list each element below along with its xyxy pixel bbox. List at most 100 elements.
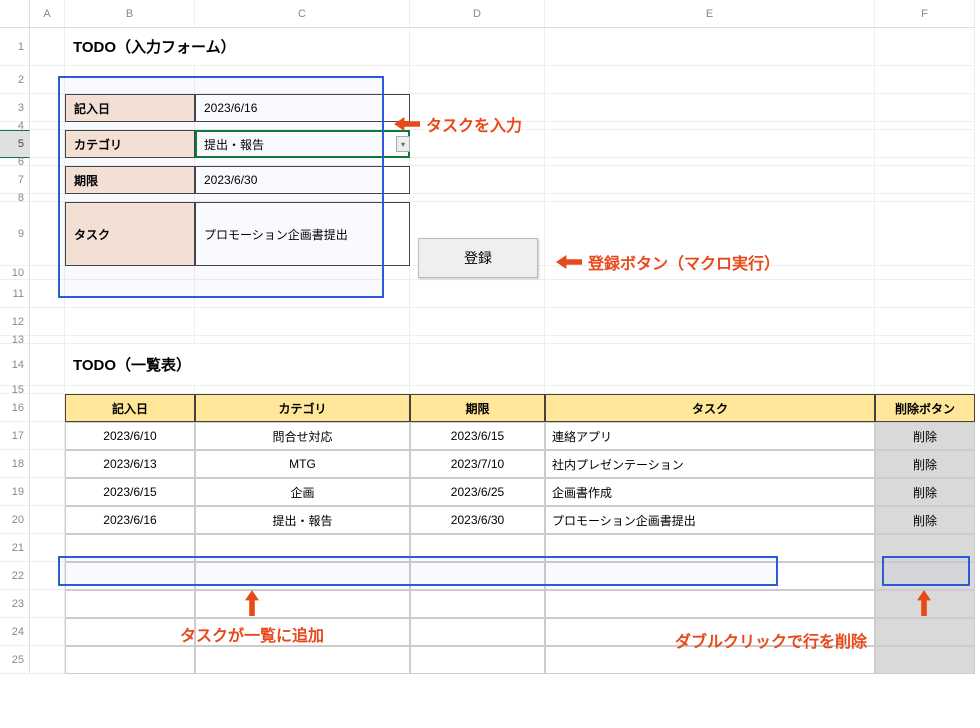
column-header-B[interactable]: B [65, 0, 195, 28]
cell-A14[interactable] [30, 344, 65, 386]
cell-C15[interactable] [195, 386, 410, 394]
cell-E23[interactable] [545, 590, 875, 618]
cell-D21[interactable] [410, 534, 545, 562]
table-cell-date[interactable]: 2023/6/15 [65, 478, 195, 506]
row-header-7[interactable]: 7 [0, 166, 30, 194]
cell-D8[interactable] [410, 194, 545, 202]
form-date-value[interactable]: 2023/6/16 [195, 94, 410, 122]
column-header-F[interactable]: F [875, 0, 975, 28]
cell-F12[interactable] [875, 308, 975, 336]
delete-row-button[interactable]: 削除 [875, 506, 975, 534]
cell-B6[interactable] [65, 158, 195, 166]
cell-D13[interactable] [410, 336, 545, 344]
cell-C11[interactable] [195, 280, 410, 308]
form-due-label[interactable]: 期限 [65, 166, 195, 194]
cell-A6[interactable] [30, 158, 65, 166]
form-due-value[interactable]: 2023/6/30 [195, 166, 410, 194]
cell-F6[interactable] [875, 158, 975, 166]
row-header-5[interactable]: 5 [0, 130, 30, 158]
cell-D2[interactable] [410, 66, 545, 94]
cell-A5[interactable] [30, 130, 65, 158]
row-header-20[interactable]: 20 [0, 506, 30, 534]
cell-B8[interactable] [65, 194, 195, 202]
cell-E21[interactable] [545, 534, 875, 562]
table-cell-task[interactable]: プロモーション企画書提出 [545, 506, 875, 534]
form-date-label[interactable]: 記入日 [65, 94, 195, 122]
column-header-D[interactable]: D [410, 0, 545, 28]
row-header-8[interactable]: 8 [0, 194, 30, 202]
row-header-2[interactable]: 2 [0, 66, 30, 94]
delete-row-button[interactable]: 削除 [875, 450, 975, 478]
cell-A16[interactable] [30, 394, 65, 422]
cell-D14[interactable] [410, 344, 545, 386]
row-header-24[interactable]: 24 [0, 618, 30, 646]
cell-E5[interactable] [545, 130, 875, 158]
cell-E6[interactable] [545, 158, 875, 166]
cell-F2[interactable] [875, 66, 975, 94]
cell-D6[interactable] [410, 158, 545, 166]
cell-B21[interactable] [65, 534, 195, 562]
table-cell-due[interactable]: 2023/6/15 [410, 422, 545, 450]
cell-F25[interactable] [875, 646, 975, 674]
cell-C13[interactable] [195, 336, 410, 344]
cell-E1[interactable] [545, 28, 875, 66]
cell-F10[interactable] [875, 266, 975, 280]
cell-B23[interactable] [65, 590, 195, 618]
row-header-25[interactable]: 25 [0, 646, 30, 674]
form-task-value[interactable]: プロモーション企画書提出 [195, 202, 410, 266]
row-header-12[interactable]: 12 [0, 308, 30, 336]
cell-C21[interactable] [195, 534, 410, 562]
cell-F14[interactable] [875, 344, 975, 386]
cell-A18[interactable] [30, 450, 65, 478]
cell-A23[interactable] [30, 590, 65, 618]
row-header-14[interactable]: 14 [0, 344, 30, 386]
cell-A3[interactable] [30, 94, 65, 122]
cell-A13[interactable] [30, 336, 65, 344]
cell-E4[interactable] [545, 122, 875, 130]
cell-A19[interactable] [30, 478, 65, 506]
table-cell-category[interactable]: 提出・報告 [195, 506, 410, 534]
row-header-15[interactable]: 15 [0, 386, 30, 394]
cell-C8[interactable] [195, 194, 410, 202]
cell-C4[interactable] [195, 122, 410, 130]
table-cell-date[interactable]: 2023/6/16 [65, 506, 195, 534]
cell-F24[interactable] [875, 618, 975, 646]
dropdown-handle-icon[interactable]: ▾ [396, 136, 410, 152]
cell-E14[interactable] [545, 344, 875, 386]
cell-C2[interactable] [195, 66, 410, 94]
row-header-11[interactable]: 11 [0, 280, 30, 308]
cell-E13[interactable] [545, 336, 875, 344]
cell-F8[interactable] [875, 194, 975, 202]
table-cell-date[interactable]: 2023/6/13 [65, 450, 195, 478]
list-header-col1[interactable]: 記入日 [65, 394, 195, 422]
cell-E15[interactable] [545, 386, 875, 394]
cell-F15[interactable] [875, 386, 975, 394]
cell-E8[interactable] [545, 194, 875, 202]
cell-D11[interactable] [410, 280, 545, 308]
cell-C6[interactable] [195, 158, 410, 166]
cell-A20[interactable] [30, 506, 65, 534]
cell-D15[interactable] [410, 386, 545, 394]
cell-A1[interactable] [30, 28, 65, 66]
cell-E12[interactable] [545, 308, 875, 336]
cell-E7[interactable] [545, 166, 875, 194]
table-cell-date[interactable]: 2023/6/10 [65, 422, 195, 450]
cell-A9[interactable] [30, 202, 65, 266]
cell-A22[interactable] [30, 562, 65, 590]
cell-B24[interactable] [65, 618, 195, 646]
cell-B22[interactable] [65, 562, 195, 590]
cell-F21[interactable] [875, 534, 975, 562]
form-category-value[interactable]: 提出・報告▾ [195, 130, 410, 158]
cell-C12[interactable] [195, 308, 410, 336]
cell-F3[interactable] [875, 94, 975, 122]
cell-A10[interactable] [30, 266, 65, 280]
row-header-1[interactable]: 1 [0, 28, 30, 66]
list-title[interactable]: TODO（一覧表） [65, 344, 410, 386]
row-header-6[interactable]: 6 [0, 158, 30, 166]
cell-C25[interactable] [195, 646, 410, 674]
row-header-13[interactable]: 13 [0, 336, 30, 344]
cell-A15[interactable] [30, 386, 65, 394]
cell-B15[interactable] [65, 386, 195, 394]
select-all-corner[interactable] [0, 0, 30, 28]
cell-D25[interactable] [410, 646, 545, 674]
